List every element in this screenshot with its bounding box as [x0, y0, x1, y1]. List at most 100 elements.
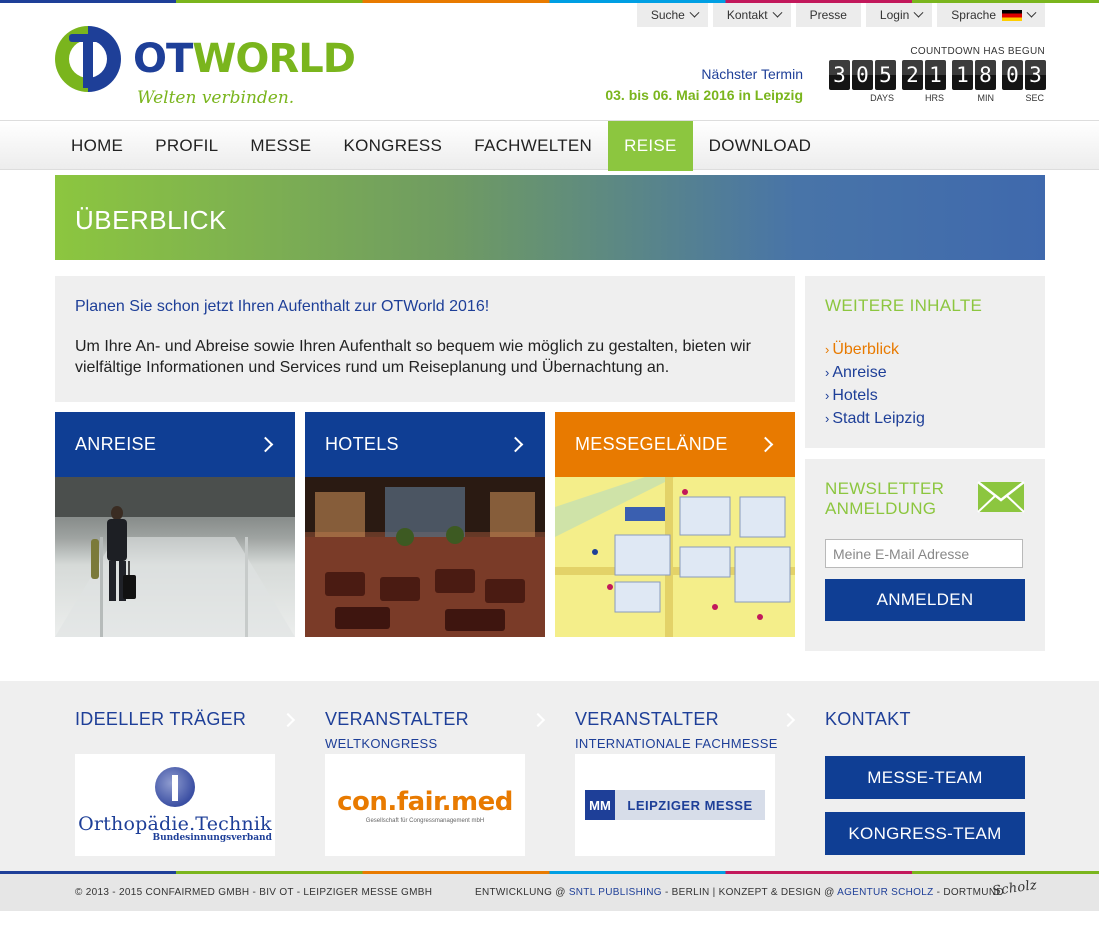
countdown-digit: 5 [875, 60, 896, 90]
venue-map-image [555, 477, 795, 637]
nav-item-reise[interactable]: REISE [608, 121, 693, 171]
footer-col-heading: KONTAKT [825, 709, 911, 729]
tile-anreise[interactable]: ANREISE [55, 412, 295, 637]
related-link-stadt-leipzig[interactable]: › Stadt Leipzig [825, 407, 1025, 430]
related-content-heading: WEITERE INHALTE [825, 296, 983, 315]
tile-hotels[interactable]: HOTELS [305, 412, 545, 637]
chevron-right-icon [507, 436, 524, 453]
agentur-scholz-link[interactable]: AGENTUR SCHOLZ [837, 887, 933, 898]
partner-footer: IDEELLER TRÄGER Orthopädie.Technik Bunde… [0, 681, 1099, 871]
countdown-digit: 2 [902, 60, 923, 90]
nav-item-messe[interactable]: MESSE [234, 121, 327, 171]
footer-col-heading: VERANSTALTER [325, 709, 469, 729]
chevron-down-icon [689, 7, 700, 18]
countdown-label: MIN [977, 93, 995, 103]
chevron-down-icon [913, 7, 924, 18]
nav-item-kongress[interactable]: KONGRESS [327, 121, 458, 171]
countdown-digit: 3 [829, 60, 850, 90]
biv-logo-icon [154, 767, 195, 807]
login-menu-label: Login [879, 8, 910, 22]
copyright-text: © 2013 - 2015 CONFAIRMED GMBH - BIV OT -… [75, 887, 433, 898]
footer-col-congress: VERANSTALTER WELTKONGRESS [325, 709, 546, 751]
logo-wordmark: OTWORLD [133, 36, 356, 82]
venue-map-illustration [555, 477, 795, 637]
nav-item-profil[interactable]: PROFIL [139, 121, 234, 171]
next-event-title: Nächster Termin [701, 66, 803, 82]
nav-item-fachwelten[interactable]: FACHWELTEN [458, 121, 608, 171]
traveler-photo [55, 477, 295, 637]
countdown-seconds: 0 3 SEC [1002, 60, 1046, 103]
german-flag-icon [1002, 9, 1022, 21]
chevron-down-icon [772, 7, 783, 18]
sntl-publishing-link[interactable]: SNTL PUBLISHING [569, 887, 662, 898]
countdown-digit: 0 [1002, 60, 1023, 90]
page-banner: ÜBERBLICK [55, 175, 1045, 260]
tile-label: HOTELS [325, 434, 399, 454]
countdown-label: SEC [1025, 93, 1044, 103]
page-title: ÜBERBLICK [75, 205, 227, 235]
nav-item-download[interactable]: DOWNLOAD [693, 121, 828, 171]
countdown-digit: 1 [925, 60, 946, 90]
footer-col-contact: KONTAKT [825, 709, 1045, 730]
tile-header: HOTELS [305, 412, 545, 477]
scholz-signature[interactable]: Scholz [991, 878, 1038, 899]
contact-messe-team-button[interactable]: MESSE-TEAM [825, 756, 1025, 799]
footer-col-heading: VERANSTALTER [575, 709, 719, 729]
footer-col-subheading: INTERNATIONALE FACHMESSE [575, 736, 778, 751]
press-link-label: Presse [809, 8, 847, 22]
newsletter-heading: NEWSLETTER ANMELDUNG [825, 479, 945, 518]
leipziger-messe-mark-icon: MM [585, 790, 615, 820]
related-content-box: WEITERE INHALTE › Überblick › Anreise › Hot… [805, 276, 1045, 448]
newsletter-subscribe-button[interactable]: ANMELDEN [825, 579, 1025, 621]
countdown-hours: 2 1 HRS [902, 60, 946, 103]
language-menu[interactable]: Sprache [937, 3, 1045, 27]
footer-col-heading: IDEELLER TRÄGER [75, 709, 247, 729]
chevron-right-icon: › [825, 411, 830, 426]
contact-kongress-team-button[interactable]: KONGRESS-TEAM [825, 812, 1025, 855]
tile-messegelaende[interactable]: MESSEGELÄNDE [555, 412, 795, 637]
main-nav: HOME PROFIL MESSE KONGRESS FACHWELTEN RE… [0, 120, 1099, 171]
footer-col-fair: VERANSTALTER INTERNATIONALE FACHMESSE [575, 709, 796, 751]
nav-item-home[interactable]: HOME [55, 121, 139, 171]
countdown-digit: 0 [852, 60, 873, 90]
copyright-bar: © 2013 - 2015 CONFAIRMED GMBH - BIV OT -… [0, 874, 1099, 911]
login-menu[interactable]: Login [865, 3, 933, 27]
intro-lead: Planen Sie schon jetzt Ihren Aufenthalt … [75, 298, 490, 315]
related-link-anreise[interactable]: › Anreise [825, 361, 1025, 384]
hotel-lobby-photo [305, 477, 545, 637]
newsletter-box: NEWSLETTER ANMELDUNG ANMELDEN [805, 459, 1045, 651]
countdown-digit: 3 [1025, 60, 1046, 90]
chevron-down-icon [1026, 7, 1037, 18]
language-menu-label: Sprache [951, 8, 996, 22]
countdown-label: HRS [924, 93, 944, 103]
confairmed-logo[interactable]: con.fair.med Gesellschaft für Congressma… [325, 754, 525, 856]
countdown-digit: 1 [952, 60, 973, 90]
credits-text: ENTWICKLUNG @ SNTL PUBLISHING - BERLIN |… [475, 887, 1004, 898]
leipziger-messe-logo[interactable]: MM LEIPZIGER MESSE [575, 754, 775, 856]
related-content-list: › Überblick › Anreise › Hotels › Stadt Leipz… [825, 338, 1025, 430]
related-link-hotels[interactable]: › Hotels [825, 384, 1025, 407]
contact-menu[interactable]: Kontakt [712, 3, 791, 27]
countdown: COUNTDOWN HAS BEGUN 3 0 5 DAYS 2 1 HRS 1… [829, 46, 1046, 103]
hotel-lobby-illustration [305, 477, 545, 637]
utility-bar: Suche Kontakt Presse Login Sprache [636, 3, 1045, 27]
intro-box: Planen Sie schon jetzt Ihren Aufenthalt … [55, 276, 795, 402]
envelope-icon [977, 481, 1025, 513]
next-event: Nächster Termin 03. bis 06. Mai 2016 in … [605, 64, 803, 106]
logo-tagline: Welten verbinden. [137, 88, 295, 108]
chevron-right-icon [257, 436, 274, 453]
biv-ot-logo[interactable]: Orthopädie.Technik Bundesinnungsverband [75, 754, 275, 856]
tile-header: ANREISE [55, 412, 295, 477]
search-menu[interactable]: Suche [636, 3, 708, 27]
chevron-right-icon: › [825, 365, 830, 380]
related-link-ueberblick[interactable]: › Überblick [825, 338, 1025, 361]
newsletter-email-input[interactable] [825, 539, 1023, 568]
tile-label: ANREISE [75, 434, 157, 454]
chevron-right-icon [757, 436, 774, 453]
countdown-days: 3 0 5 DAYS [829, 60, 896, 103]
otworld-logo[interactable]: OTWORLD Welten verbinden. [55, 26, 356, 112]
countdown-heading: COUNTDOWN HAS BEGUN [910, 46, 1045, 57]
countdown-digit: 8 [975, 60, 996, 90]
traveler-illustration [55, 477, 295, 637]
press-link[interactable]: Presse [795, 3, 861, 27]
